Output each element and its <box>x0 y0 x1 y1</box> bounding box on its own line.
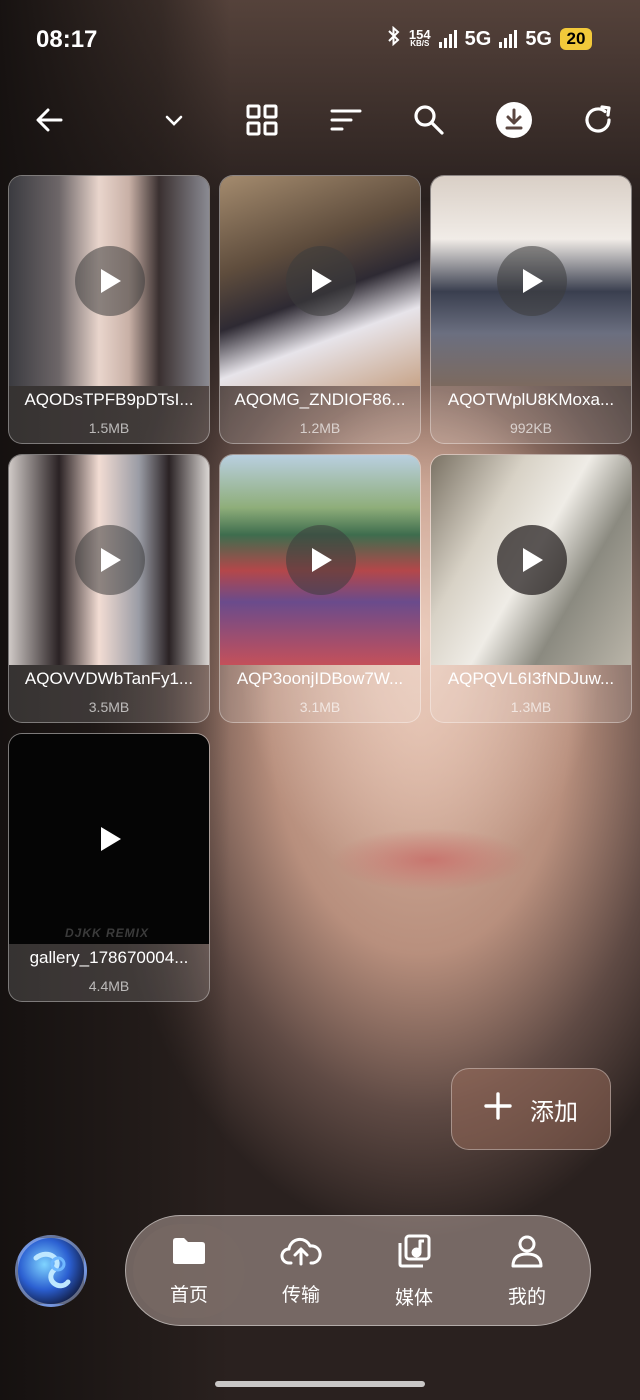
play-icon[interactable] <box>75 246 145 316</box>
file-name: AQOMG_ZNDIOF86... <box>234 390 406 409</box>
file-name: AQOTWplU8KMoxa... <box>447 390 615 409</box>
status-bar: 08:17 154 KB/S 5G 5G 20 <box>0 0 640 80</box>
search-icon[interactable] <box>401 92 457 148</box>
bottom-nav: 首页 传输 媒体 我的 <box>125 1215 591 1326</box>
play-icon[interactable] <box>286 525 356 595</box>
nav-label-mine: 我的 <box>507 1286 546 1308</box>
media-library-icon <box>396 1233 432 1275</box>
nav-item-media[interactable]: 媒体 <box>358 1224 470 1318</box>
file-size: 1.5MB <box>88 420 130 436</box>
signal-icon <box>438 30 457 48</box>
net-speed: 154 KB/S <box>408 27 431 48</box>
file-tile[interactable]: AQOTWplU8KMoxa... 992KB <box>430 175 632 444</box>
file-size: 4.4MB <box>88 978 130 994</box>
file-tile[interactable]: AQODsTPFB9pDTsI... 1.5MB <box>8 175 210 444</box>
network-type-1: 5G <box>464 27 492 50</box>
nav-label-media: 媒体 <box>394 1287 433 1309</box>
thumbnail-watermark: DJKK REMIX <box>65 926 150 940</box>
file-size: 1.3MB <box>510 699 552 715</box>
back-arrow-icon[interactable] <box>21 92 77 148</box>
status-time: 08:17 <box>36 26 98 53</box>
person-icon <box>510 1234 544 1274</box>
file-tile[interactable]: AQOMG_ZNDIOF86... 1.2MB <box>219 175 421 444</box>
network-type-2: 5G <box>525 27 552 50</box>
cloud-upload-icon <box>280 1236 322 1272</box>
add-button[interactable]: 添加 <box>451 1068 611 1150</box>
play-icon[interactable] <box>75 525 145 595</box>
file-tile[interactable]: AQOVVDWbTanFy1... 3.5MB <box>8 454 210 723</box>
sort-icon[interactable] <box>318 92 374 148</box>
file-name: AQPQVL6I3fNDJuw... <box>447 669 615 688</box>
signal-icon <box>499 30 518 48</box>
play-icon[interactable] <box>497 246 567 316</box>
nav-label-home: 首页 <box>169 1284 208 1306</box>
file-name: gallery_17867000​4... <box>29 948 189 967</box>
download-icon[interactable] <box>486 92 542 148</box>
refresh-icon[interactable] <box>570 92 626 148</box>
file-tile[interactable]: AQP3oonjIDBow7W... 3.1MB <box>219 454 421 723</box>
file-tile[interactable]: DJKK REMIX gallery_17867000​4... 4.4MB <box>8 733 210 1002</box>
nav-item-transfer[interactable]: 传输 <box>245 1224 357 1318</box>
play-icon[interactable] <box>75 804 145 874</box>
play-icon[interactable] <box>497 525 567 595</box>
top-toolbar <box>0 92 640 148</box>
home-indicator[interactable] <box>215 1381 425 1387</box>
net-speed-value: 154 <box>408 27 431 42</box>
file-size: 1.2MB <box>299 420 341 436</box>
battery-indicator: 20 <box>560 28 592 50</box>
file-name: AQP3oonjIDBow7W... <box>236 669 404 688</box>
nav-item-home[interactable]: 首页 <box>133 1224 245 1318</box>
chevron-down-icon[interactable] <box>146 92 202 148</box>
status-icons: 154 KB/S 5G 5G 20 <box>387 25 592 52</box>
file-tile[interactable]: AQPQVL6I3fNDJuw... 1.3MB <box>430 454 632 723</box>
net-speed-unit: KB/S <box>410 39 430 48</box>
nav-label-transfer: 传输 <box>281 1284 320 1306</box>
file-size: 992KB <box>509 420 553 436</box>
bluetooth-icon <box>387 25 401 52</box>
grid-view-icon[interactable] <box>234 92 290 148</box>
avatar[interactable] <box>15 1235 87 1307</box>
add-button-label: 添加 <box>530 1098 578 1126</box>
folder-icon <box>171 1236 207 1272</box>
nav-item-mine[interactable]: 我的 <box>471 1224 583 1318</box>
file-name: AQOVVDWbTanFy1... <box>24 669 194 688</box>
file-name: AQODsTPFB9pDTsI... <box>24 390 194 409</box>
file-size: 3.1MB <box>299 699 341 715</box>
play-icon[interactable] <box>286 246 356 316</box>
plus-icon <box>484 1091 512 1127</box>
file-size: 3.5MB <box>88 699 130 715</box>
